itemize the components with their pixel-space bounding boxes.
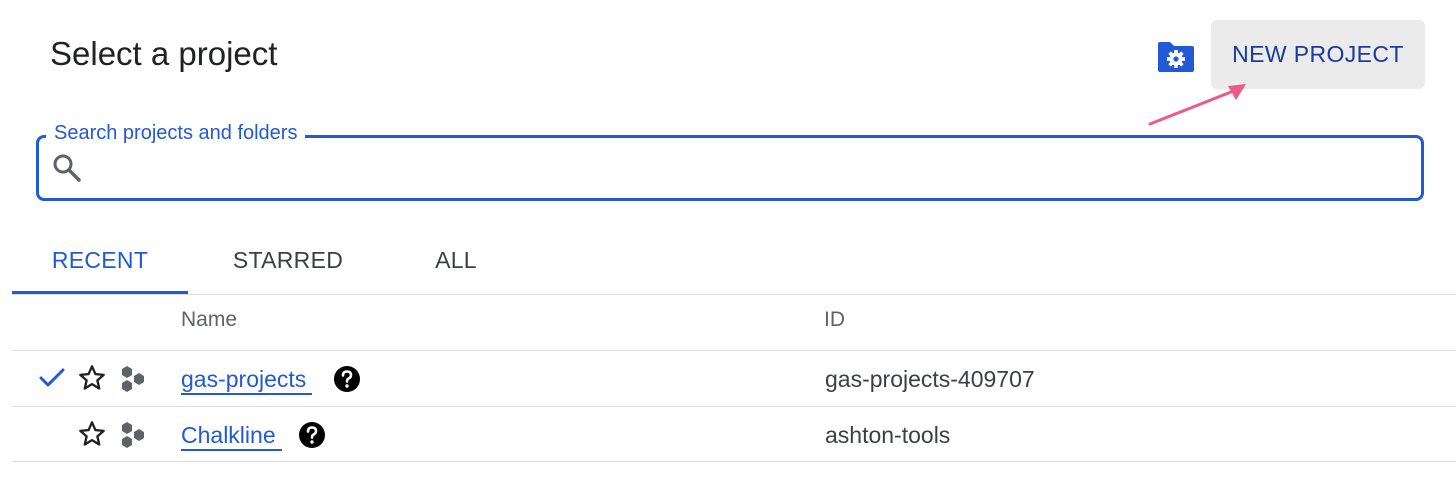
project-hexagons-icon bbox=[122, 422, 144, 448]
column-header-name: Name bbox=[181, 308, 238, 331]
search-field-label: Search projects and folders bbox=[46, 120, 306, 146]
search-icon bbox=[53, 154, 81, 182]
tab-all[interactable]: ALL bbox=[396, 228, 516, 292]
annotation-arrow-icon bbox=[1148, 84, 1246, 126]
tab-bar: RECENT STARRED ALL bbox=[12, 228, 1456, 295]
folder-settings-icon bbox=[1158, 42, 1194, 72]
tab-starred[interactable]: STARRED bbox=[200, 228, 376, 292]
check-icon bbox=[39, 368, 65, 387]
star-outline-icon[interactable] bbox=[78, 364, 106, 392]
select-project-dialog: Select a project NEW PROJECT Search proj… bbox=[0, 0, 1456, 478]
table-row[interactable]: gas-projects gas-projects-409707 bbox=[12, 351, 1456, 406]
dialog-title: Select a project bbox=[50, 35, 278, 72]
table-row[interactable]: Chalkline ashton-tools bbox=[12, 407, 1456, 462]
project-link[interactable]: Chalkline bbox=[181, 421, 282, 451]
tab-recent[interactable]: RECENT bbox=[12, 228, 188, 294]
search-input[interactable] bbox=[92, 146, 1406, 192]
project-link[interactable]: gas-projects bbox=[181, 365, 313, 395]
column-header-id: ID bbox=[824, 308, 845, 331]
help-circle-icon[interactable] bbox=[333, 365, 361, 393]
help-circle-icon[interactable] bbox=[298, 421, 326, 449]
manage-folders-button[interactable] bbox=[1156, 40, 1196, 74]
table-divider bbox=[12, 461, 1456, 462]
project-id: ashton-tools bbox=[825, 422, 951, 448]
project-hexagons-icon bbox=[122, 366, 144, 392]
project-id: gas-projects-409707 bbox=[825, 366, 1035, 392]
star-outline-icon[interactable] bbox=[78, 420, 106, 448]
